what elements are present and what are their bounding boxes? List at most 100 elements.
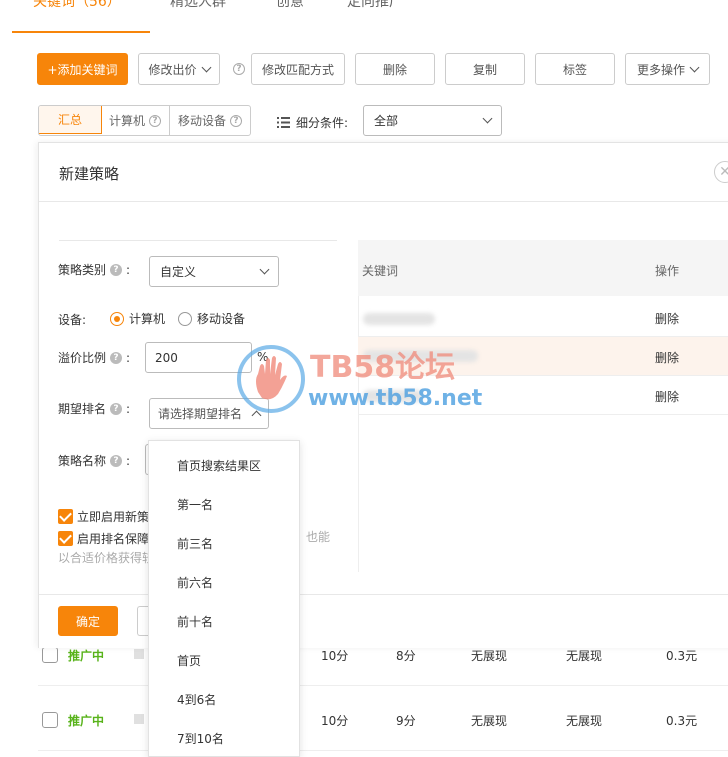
chevron-down-icon: [482, 113, 493, 124]
help-icon: ?: [110, 351, 123, 364]
help-icon: ?: [110, 263, 123, 276]
row-checkbox[interactable]: [42, 647, 58, 663]
delete-link[interactable]: 删除: [655, 310, 679, 327]
header-divider: [39, 201, 728, 202]
strategy-name-label-text: 策略名称: [58, 454, 107, 468]
row-divider: [38, 685, 728, 686]
modify-bid-label: 修改出价: [148, 62, 197, 77]
quality-score-2: 9分: [396, 714, 416, 728]
subdivide-label: 细分条件:: [296, 116, 349, 130]
seg-mobile[interactable]: 移动设备?: [170, 106, 250, 135]
status-text: 推广中: [68, 649, 105, 663]
pc-rank: 无展现: [471, 714, 508, 728]
col-action: 操作: [655, 264, 680, 278]
device-computer-label: 计算机: [129, 312, 166, 326]
guarantee-label: 启用排名保障: [77, 532, 150, 546]
chevron-down-icon: [689, 62, 700, 72]
rank-option[interactable]: 前十名: [177, 613, 213, 630]
rank-option[interactable]: 首页搜索结果区: [177, 457, 261, 474]
modify-match-button[interactable]: 修改匹配方式: [251, 53, 345, 85]
bid-price: 0.3元: [666, 714, 698, 728]
checkbox-checked: [58, 509, 73, 524]
bid-price: 0.3元: [666, 649, 698, 663]
modal-title: 新建策略: [59, 165, 120, 183]
more-ops-label: 更多操作: [636, 62, 685, 77]
rank-dropdown: 首页搜索结果区 第一名 前三名 前六名 前十名 首页 4到6名 7到10名: [148, 440, 300, 757]
checkbox-checked: [58, 531, 73, 546]
table-row: 推广中 10分 9分 无展现 无展现 0.3元: [0, 705, 728, 745]
watermark-title: TB58论坛: [310, 350, 456, 385]
thumbnail: [134, 649, 144, 659]
more-ops-button[interactable]: 更多操作: [625, 53, 710, 85]
rank-option[interactable]: 7到10名: [177, 730, 224, 747]
rank-label: 期望排名?:: [58, 401, 131, 417]
device-label: 设备:: [58, 313, 87, 327]
rank-option[interactable]: 第一名: [177, 496, 213, 513]
help-icon[interactable]: ?: [233, 63, 245, 75]
device-segmented-control: 汇总 计算机? 移动设备?: [38, 105, 252, 136]
thumbnail: [134, 714, 144, 724]
watermark-hand-logo: [237, 345, 305, 413]
tag-button[interactable]: 标签: [535, 53, 615, 85]
quality-score-2: 8分: [396, 649, 416, 663]
seg-summary[interactable]: 汇总: [39, 106, 103, 134]
strategy-type-value: 自定义: [160, 265, 197, 279]
col-keyword: 关键词: [362, 264, 399, 278]
seg-computer-label: 计算机: [109, 114, 146, 128]
row-divider: [38, 750, 728, 751]
modify-bid-button[interactable]: 修改出价: [138, 53, 220, 85]
footer-divider: [39, 594, 728, 595]
rank-option[interactable]: 4到6名: [177, 691, 216, 708]
delete-link[interactable]: 删除: [655, 349, 679, 366]
device-radio-mobile[interactable]: 移动设备: [178, 310, 245, 327]
status-text: 推广中: [68, 714, 105, 728]
enable-checkbox[interactable]: 立即启用新策: [58, 508, 149, 525]
rank-label-text: 期望排名: [58, 402, 107, 416]
add-keyword-button[interactable]: +添加关键词: [37, 53, 128, 85]
help-icon: ?: [110, 454, 123, 467]
help-icon: ?: [149, 114, 162, 127]
delete-link[interactable]: 删除: [655, 388, 679, 405]
chevron-down-icon: [201, 62, 211, 72]
seg-mobile-label: 移动设备: [178, 114, 227, 128]
quality-score: 10分: [321, 714, 349, 728]
hint-text: 以合适价格获得较: [58, 551, 155, 565]
rank-placeholder: 请选择期望排名: [158, 407, 243, 421]
tab-targeted-promo[interactable]: 定向推广: [347, 0, 403, 11]
strategy-type-label-text: 策略类别: [58, 263, 107, 277]
strategy-type-select[interactable]: 自定义: [149, 256, 279, 287]
active-tab-underline: [12, 31, 150, 33]
hint-text-right: 也能: [306, 530, 331, 544]
close-icon[interactable]: ✕: [714, 161, 728, 183]
mobile-rank: 无展现: [566, 714, 603, 728]
guarantee-checkbox[interactable]: 启用排名保障: [58, 530, 149, 547]
subdivide-value: 全部: [374, 114, 399, 128]
device-radio-computer[interactable]: 计算机: [110, 310, 165, 327]
tab-creative[interactable]: 创意: [276, 0, 304, 11]
tab-selected-audience[interactable]: 精选人群: [170, 0, 226, 11]
subdivide-select[interactable]: 全部: [363, 105, 502, 136]
keyword-table-header: 关键词 操作: [358, 240, 728, 296]
subdivide-condition: 细分条件:: [277, 114, 348, 131]
strategy-name-label: 策略名称?:: [58, 453, 131, 469]
confirm-button[interactable]: 确定: [58, 606, 118, 636]
help-icon: ?: [230, 114, 243, 127]
list-icon: [277, 117, 290, 128]
form-divider: [59, 240, 337, 241]
table-row: 删除: [358, 298, 728, 337]
watermark-url: www.tb58.net: [308, 386, 483, 411]
rank-option[interactable]: 前六名: [177, 574, 213, 591]
enable-label: 立即启用新策: [77, 510, 150, 524]
radio-checked: [110, 311, 124, 326]
rank-option[interactable]: 首页: [177, 652, 201, 669]
delete-button[interactable]: 删除: [355, 53, 435, 85]
radio-unchecked: [178, 311, 192, 326]
seg-computer[interactable]: 计算机?: [101, 106, 171, 135]
top-tab-bar: 关键词（56） 精选人群 创意 定向推广: [0, 0, 728, 34]
pc-rank: 无展现: [471, 649, 508, 663]
tab-keywords[interactable]: 关键词（56）: [33, 0, 121, 11]
copy-button[interactable]: 复制: [445, 53, 525, 85]
chevron-down-icon: [259, 264, 270, 275]
rank-option[interactable]: 前三名: [177, 535, 213, 552]
row-checkbox[interactable]: [42, 712, 58, 728]
